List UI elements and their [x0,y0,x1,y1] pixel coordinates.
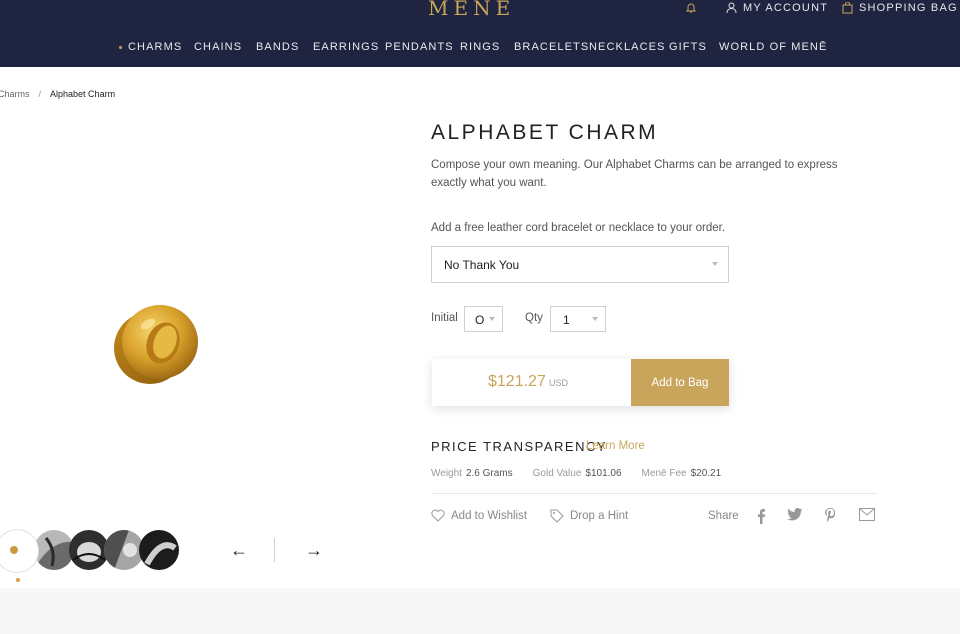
gold-value: $101.06 [585,468,622,479]
breadcrumb-current: Alphabet Charm [50,89,116,99]
site-header: MENĒ MY ACCOUNT SHOPPING BAG CHARMS CHAI… [0,0,960,67]
product-title: ALPHABET CHARM [431,121,659,144]
main-nav: CHARMS CHAINS BANDS EARRINGS PENDANTS RI… [0,30,960,67]
add-to-wishlist-button[interactable]: Add to Wishlist [431,509,527,522]
nav-rings[interactable]: RINGS [460,41,500,53]
gallery-prev-arrow-icon[interactable]: ← [230,540,248,561]
nav-world-of-mene[interactable]: WORLD OF MENĒ [719,41,827,53]
qty-value: 1 [563,313,570,327]
footer-band [0,588,960,634]
my-account-label: MY ACCOUNT [743,2,829,14]
price-breakdown: Weight 2.6 Grams Gold Value $101.06 Menē Fee… [431,468,741,479]
hint-label: Drop a Hint [570,510,629,522]
qty-select[interactable]: 1 [550,306,606,332]
initial-value: O [475,313,485,327]
learn-more-link[interactable]: Learn More [586,440,645,452]
addon-label: Add a free leather cord bracelet or neck… [431,222,726,234]
breadcrumb-parent[interactable]: Charms [0,89,30,99]
cord-option-select[interactable]: No Thank You [431,246,729,283]
initial-label: Initial [431,312,458,324]
nav-necklaces[interactable]: NECKLACES [589,41,666,53]
nav-charms[interactable]: CHARMS [119,41,182,53]
nav-earrings[interactable]: EARRINGS [313,41,379,53]
weight-label: Weight [431,468,462,479]
thumbnail-model-1[interactable] [34,530,74,570]
price-transparency-title: PRICE TRANSPARENCY [431,439,608,454]
logo[interactable]: MENĒ [428,0,515,20]
twitter-icon[interactable] [787,508,803,527]
nav-label: CHARMS [128,41,183,53]
arrow-divider [274,538,275,562]
wishlist-label: Add to Wishlist [451,509,528,522]
notifications-bell[interactable] [685,2,703,14]
nav-bracelets[interactable]: BRACELETS [514,41,589,53]
thumbnail-model-2[interactable] [69,530,109,570]
breadcrumb-separator: / [38,89,42,99]
shopping-bag-link[interactable]: SHOPPING BAG [842,2,958,14]
drop-a-hint-button[interactable]: Drop a Hint [550,509,628,523]
active-slide-indicator [16,578,20,582]
tag-icon [550,509,564,523]
nav-bands[interactable]: BANDS [256,41,299,53]
product-description: Compose your own meaning. Our Alphabet C… [431,159,838,189]
fee-label: Menē Fee [641,468,687,479]
weight-value: 2.6 Grams [465,468,513,479]
cord-option-value: No Thank You [444,258,520,272]
heart-icon [431,509,445,522]
share-label: Share [708,510,739,522]
buy-box: $121.27 USD Add to Bag [432,359,729,406]
gallery-next-arrow-icon[interactable]: → [305,540,323,561]
email-icon[interactable] [859,508,875,526]
thumbnail-model-4[interactable] [139,530,179,570]
divider [431,493,877,494]
bag-icon [842,2,853,14]
price: $121.27 [488,373,546,390]
thumbnail-model-3[interactable] [104,530,144,570]
fee-value: $20.21 [690,468,722,479]
thumbnail-charm[interactable] [0,530,38,572]
thumbnail-strip [0,528,200,588]
breadcrumb: Charms / Alphabet Charm [0,89,115,99]
product-image[interactable] [108,298,204,395]
chevron-down-icon [592,317,598,321]
initial-select[interactable]: O [464,306,503,332]
nav-pendants[interactable]: PENDANTS [385,41,454,53]
shopping-bag-label: SHOPPING BAG [859,2,958,14]
facebook-icon[interactable] [756,508,766,529]
currency: USD [549,378,569,388]
nav-gifts[interactable]: GIFTS [669,41,707,53]
chevron-down-icon [712,262,718,266]
gold-letter-o-charm-image [114,305,198,384]
qty-label: Qty [525,312,543,324]
chevron-down-icon [489,317,495,321]
nav-chains[interactable]: CHAINS [194,41,242,53]
pinterest-icon[interactable] [824,508,837,529]
add-to-bag-button[interactable]: Add to Bag [631,359,729,406]
gold-value-label: Gold Value [532,468,582,479]
bell-icon [685,3,697,13]
active-dot [119,45,122,49]
user-icon [726,2,737,14]
my-account-link[interactable]: MY ACCOUNT [726,2,828,14]
